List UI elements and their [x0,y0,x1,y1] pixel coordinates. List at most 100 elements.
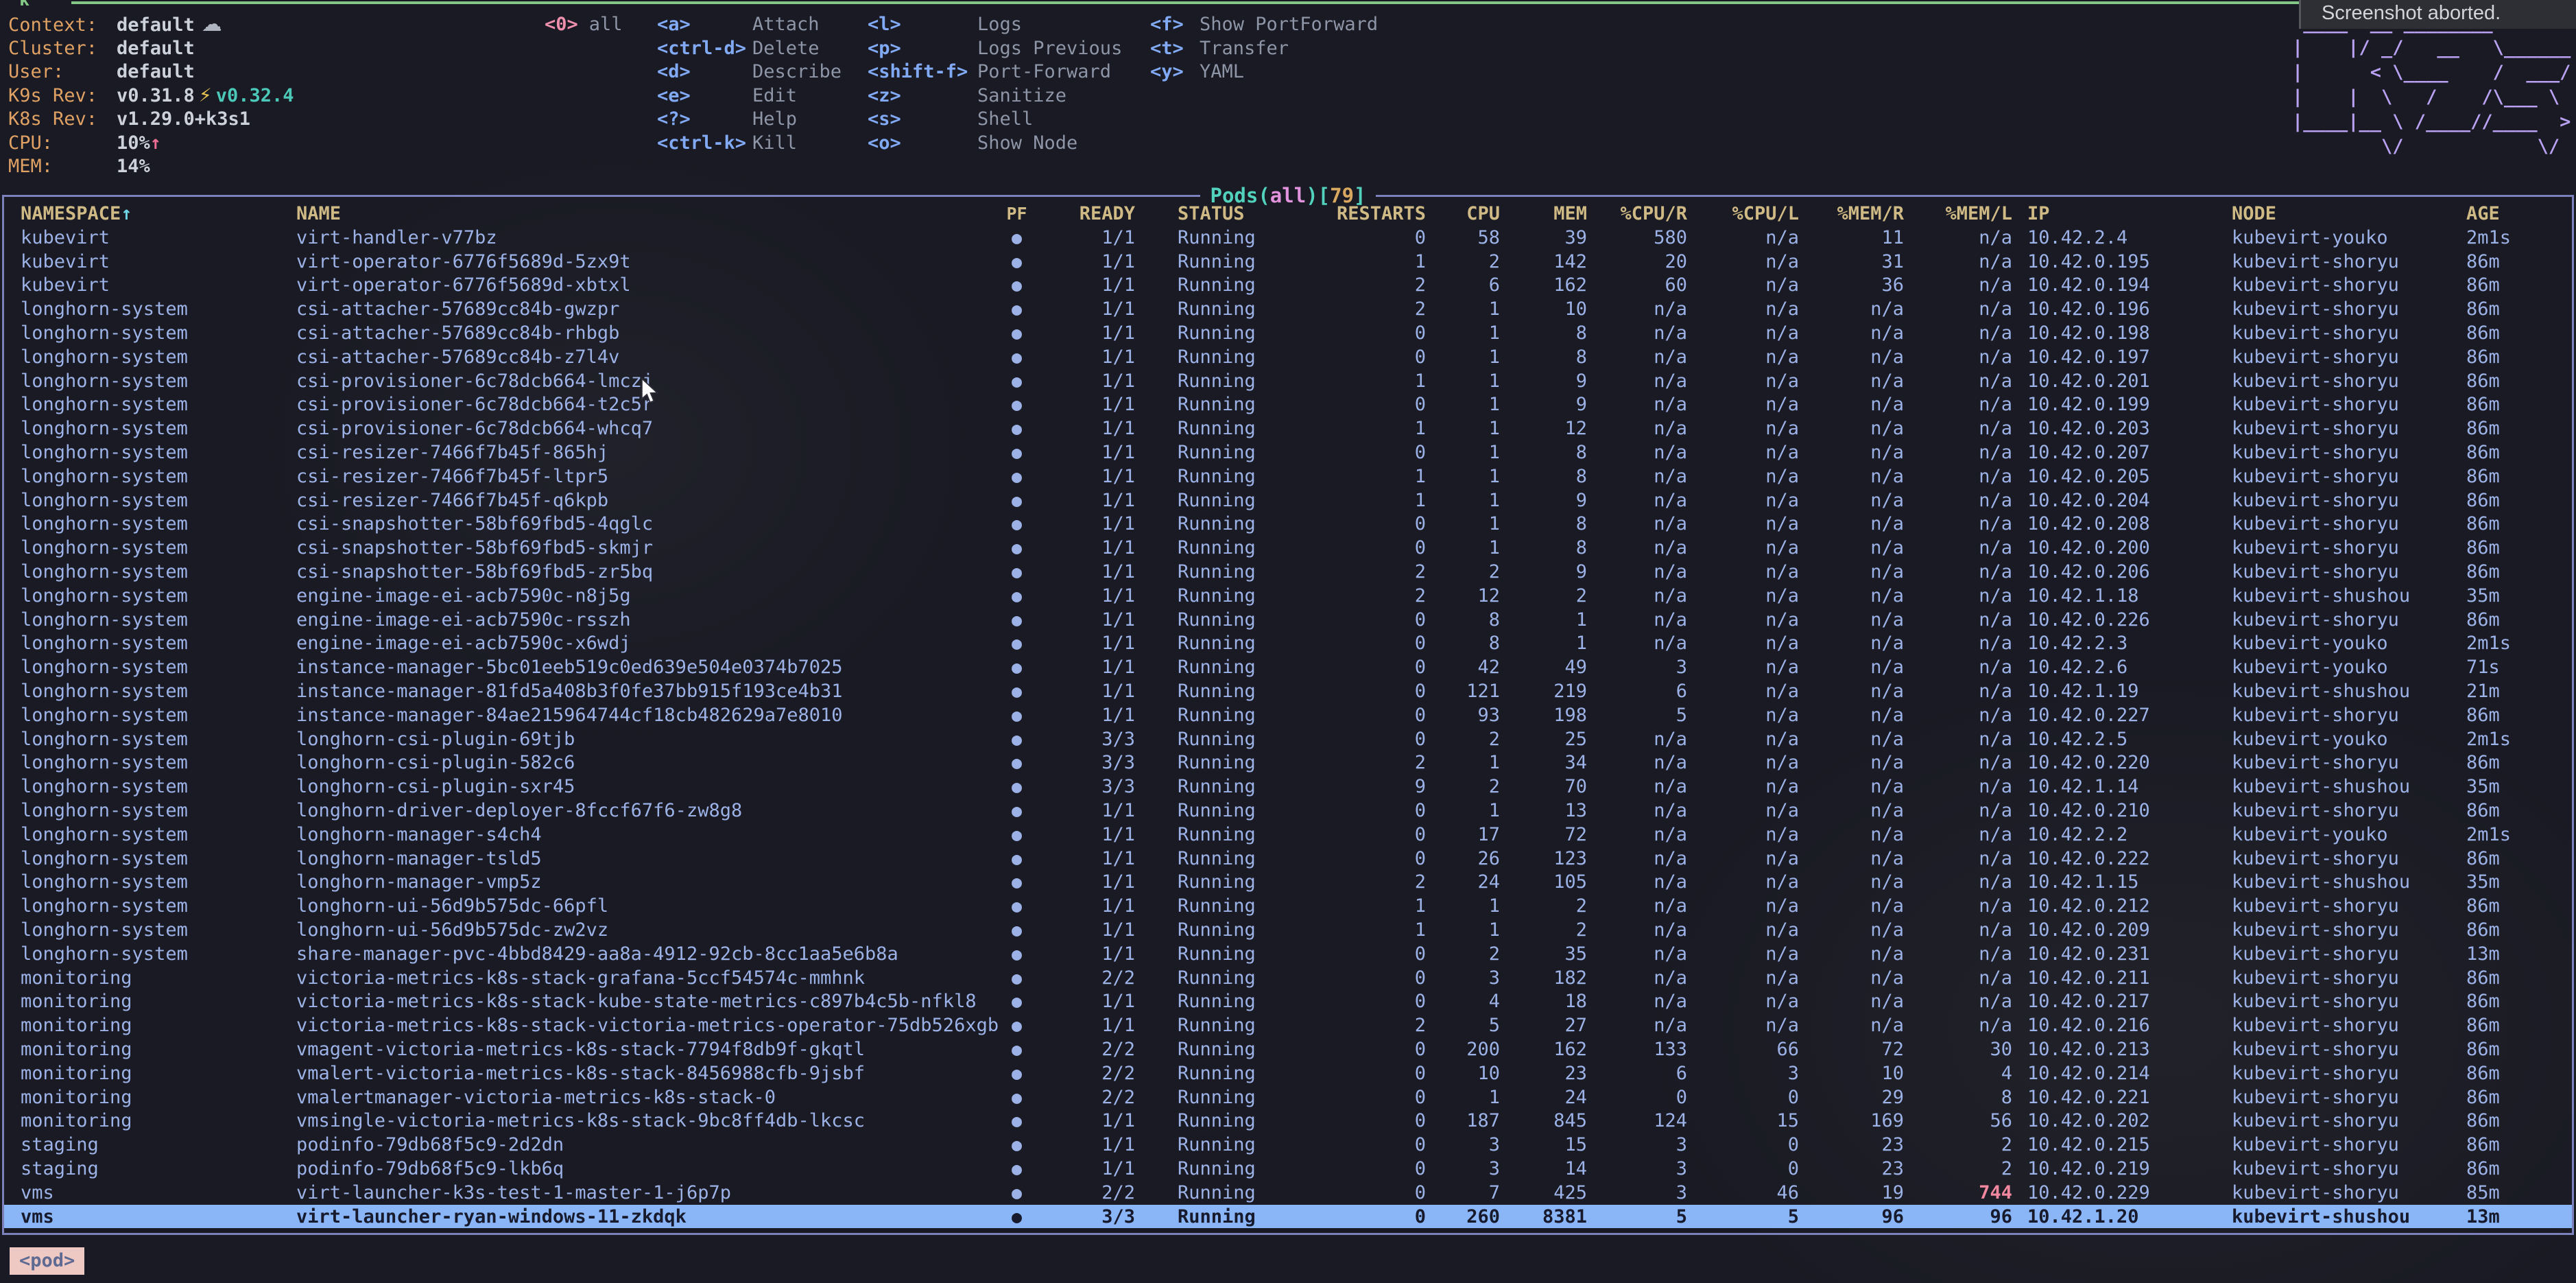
cell-ip: 10.42.0.211 [2012,967,2232,989]
cell-ip: 10.42.0.221 [2012,1087,2232,1108]
pod-row[interactable]: longhorn-systemshare-manager-pvc-4bbd842… [4,942,2572,966]
cell-ip: 10.42.0.197 [2012,346,2232,368]
pod-row[interactable]: longhorn-systemlonghorn-manager-vmp5z●1/… [4,871,2572,895]
filter-hotkey-all[interactable]: <0>all [545,13,623,37]
pod-row[interactable]: longhorn-systemlonghorn-csi-plugin-69tjb… [4,727,2572,751]
menu-item[interactable]: <o>Show Node [868,132,1122,156]
cell-memr: 23 [1799,1134,1904,1155]
menu-item[interactable]: <?>Help [657,108,842,132]
menu-item[interactable]: <f>Show PortForward [1150,13,1378,37]
cell-cpul: n/a [1687,871,1799,893]
pod-row[interactable]: longhorn-systemcsi-provisioner-6c78dcb66… [4,369,2572,393]
pod-row[interactable]: monitoringvictoria-metrics-k8s-stack-vic… [4,1013,2572,1037]
user-row: User:default [8,60,294,84]
pod-row[interactable]: longhorn-systemcsi-snapshotter-58bf69fbd… [4,560,2572,584]
shortcut-menu-column-2: <l>Logs <p>Logs Previous <shift-f>Port-F… [868,13,1122,155]
cell-meml: n/a [1904,346,2012,368]
cell-name: instance-manager-84ae215964744cf18cb4826… [296,705,1001,726]
menu-item[interactable]: <e>Edit [657,84,842,108]
pod-row[interactable]: longhorn-systemlonghorn-driver-deployer-… [4,799,2572,823]
cell-memr: 36 [1799,274,1904,296]
cell-node: kubevirt-shushou [2232,1206,2461,1227]
cell-status: Running [1135,1063,1307,1084]
cell-namespace: staging [21,1134,296,1155]
menu-item[interactable]: <y>YAML [1150,60,1378,84]
pod-row[interactable]: longhorn-systemlonghorn-manager-s4ch4●1/… [4,823,2572,847]
menu-item[interactable]: <d>Describe [657,60,842,84]
menu-item[interactable]: <s>Shell [868,108,1122,132]
cell-cpul: n/a [1687,442,1799,463]
pod-row[interactable]: longhorn-systemlonghorn-ui-56d9b575dc-zw… [4,918,2572,942]
cell-meml: 4 [1904,1063,2012,1084]
cell-cpur: n/a [1587,919,1687,941]
cell-status: Running [1135,1087,1307,1108]
pod-row[interactable]: vmsvirt-launcher-k3s-test-1-master-1-j6p… [4,1181,2572,1205]
pod-row[interactable]: longhorn-systemcsi-attacher-57689cc84b-r… [4,321,2572,345]
pod-row[interactable]: stagingpodinfo-79db68f5c9-lkb6q●1/1Runni… [4,1157,2572,1181]
menu-item[interactable]: <a>Attach [657,13,842,37]
menu-item[interactable]: <z>Sanitize [868,84,1122,108]
cell-memr: n/a [1799,322,1904,344]
cell-namespace: kubevirt [21,274,296,296]
pod-row[interactable]: monitoringvmalert-victoria-metrics-k8s-s… [4,1061,2572,1085]
menu-item[interactable]: <l>Logs [868,13,1122,37]
cell-meml: n/a [1904,800,2012,821]
cell-cpur: n/a [1587,370,1687,392]
cell-namespace: longhorn-system [21,919,296,941]
cell-name: virt-launcher-ryan-windows-11-zkdqk [296,1206,1001,1227]
pod-row[interactable]: longhorn-systemlonghorn-csi-plugin-582c6… [4,751,2572,775]
menu-item[interactable]: <ctrl-d>Delete [657,37,842,61]
context-label: Context: [8,14,117,38]
cell-name: csi-snapshotter-58bf69fbd5-zr5bq [296,561,1001,582]
pod-row[interactable]: longhorn-systemcsi-snapshotter-58bf69fbd… [4,513,2572,537]
pod-row[interactable]: longhorn-systemcsi-provisioner-6c78dcb66… [4,416,2572,440]
pod-row[interactable]: stagingpodinfo-79db68f5c9-2d2dn●1/1Runni… [4,1133,2572,1157]
pf-indicator-icon: ● [1001,777,1032,797]
cell-ip: 10.42.0.226 [2012,609,2232,631]
breadcrumb-pod[interactable]: <pod> [10,1247,84,1275]
pod-row[interactable]: longhorn-systemcsi-snapshotter-58bf69fbd… [4,536,2572,560]
pod-row[interactable]: longhorn-systemcsi-resizer-7466f7b45f-lt… [4,464,2572,489]
table-body[interactable]: kubevirtvirt-handler-v77bz●1/1Running058… [4,226,2572,1228]
pod-row[interactable]: longhorn-systemlonghorn-ui-56d9b575dc-66… [4,894,2572,918]
cell-cpu: 1 [1426,466,1500,487]
pf-indicator-icon: ● [1001,299,1032,319]
pod-row[interactable]: longhorn-systemengine-image-ei-acb7590c-… [4,584,2572,608]
pod-row[interactable]: longhorn-systemcsi-attacher-57689cc84b-z… [4,345,2572,369]
menu-item[interactable]: <p>Logs Previous [868,37,1122,61]
pod-row[interactable]: monitoringvictoria-metrics-k8s-stack-gra… [4,966,2572,990]
cell-ip: 10.42.0.204 [2012,490,2232,511]
pod-row[interactable]: longhorn-systeminstance-manager-81fd5a40… [4,679,2572,703]
pod-row[interactable]: longhorn-systemengine-image-ei-acb7590c-… [4,608,2572,632]
pod-row[interactable]: kubevirtvirt-operator-6776f5689d-5zx9t●1… [4,250,2572,274]
pod-row[interactable]: vmsvirt-launcher-ryan-windows-11-zkdqk●3… [4,1205,2572,1229]
menu-item[interactable]: <ctrl-k>Kill [657,132,842,156]
pod-row[interactable]: monitoringvictoria-metrics-k8s-stack-kub… [4,990,2572,1014]
pod-row[interactable]: longhorn-systemlonghorn-manager-tsld5●1/… [4,847,2572,871]
pod-row[interactable]: kubevirtvirt-handler-v77bz●1/1Running058… [4,226,2572,250]
pod-row[interactable]: longhorn-systeminstance-manager-5bc01eeb… [4,655,2572,679]
cell-mem: 8 [1500,322,1587,344]
cell-restarts: 0 [1307,681,1426,702]
menu-item[interactable]: <t>Transfer [1150,37,1378,61]
menu-item[interactable]: <shift-f>Port-Forward [868,60,1122,84]
cell-name: csi-attacher-57689cc84b-gwzpr [296,298,1001,320]
pod-row[interactable]: longhorn-systemlonghorn-csi-plugin-sxr45… [4,775,2572,799]
cell-age: 86m [2461,1063,2572,1084]
pod-row[interactable]: kubevirtvirt-operator-6776f5689d-xbtxl●1… [4,274,2572,298]
cell-status: Running [1135,466,1307,487]
cell-meml: n/a [1904,227,2012,248]
pod-row[interactable]: monitoringvmagent-victoria-metrics-k8s-s… [4,1037,2572,1061]
pod-row[interactable]: monitoringvmalertmanager-victoria-metric… [4,1085,2572,1109]
pod-row[interactable]: longhorn-systemcsi-resizer-7466f7b45f-86… [4,440,2572,464]
pod-row[interactable]: longhorn-systemengine-image-ei-acb7590c-… [4,632,2572,656]
pod-row[interactable]: monitoringvmsingle-victoria-metrics-k8s-… [4,1109,2572,1133]
pod-row[interactable]: longhorn-systemcsi-provisioner-6c78dcb66… [4,393,2572,417]
pod-row[interactable]: longhorn-systeminstance-manager-84ae2159… [4,703,2572,727]
pod-row[interactable]: longhorn-systemcsi-attacher-57689cc84b-g… [4,297,2572,321]
pod-row[interactable]: longhorn-systemcsi-resizer-7466f7b45f-q6… [4,489,2572,513]
cell-namespace: longhorn-system [21,800,296,821]
cell-memr: n/a [1799,848,1904,869]
cell-mem: 9 [1500,490,1587,511]
cell-cpu: 1 [1426,752,1500,773]
